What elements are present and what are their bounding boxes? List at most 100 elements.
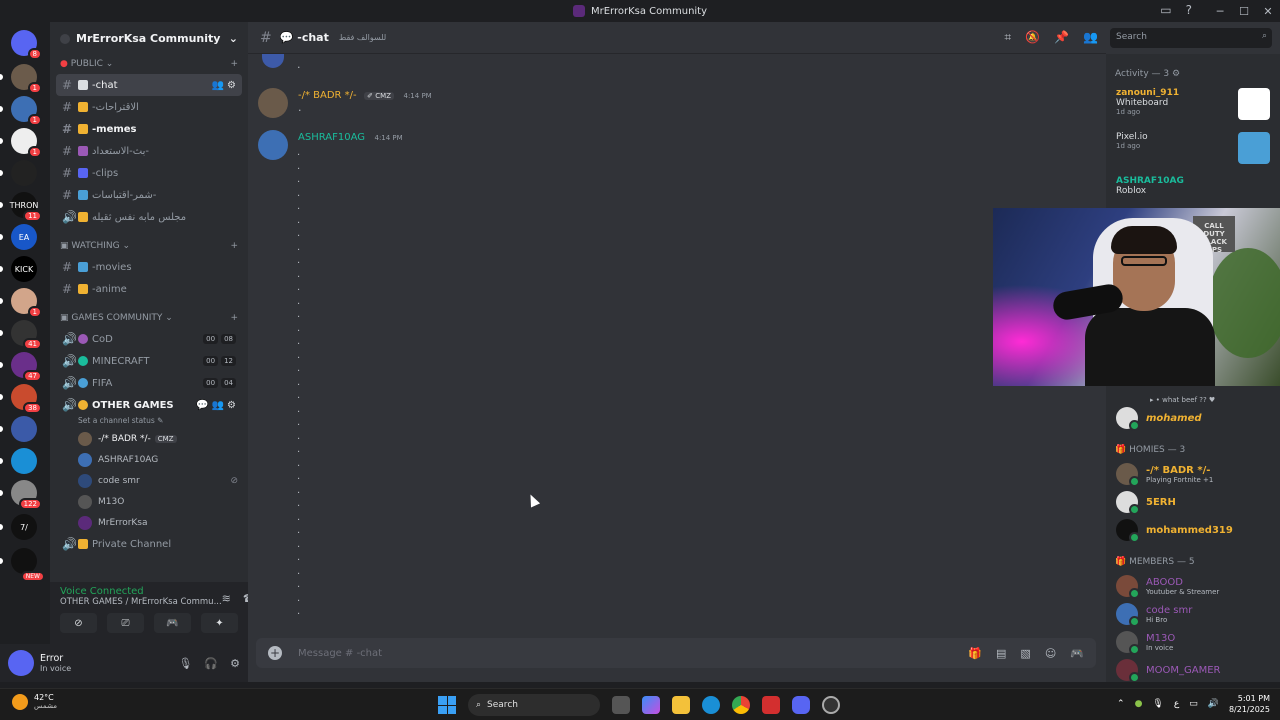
server-icon[interactable]: [11, 160, 37, 186]
invite-icon[interactable]: 👥: [212, 400, 224, 411]
channel-text[interactable]: # شمر-اقتباسات-: [56, 184, 242, 206]
screen-share-button[interactable]: ⎚: [107, 613, 144, 633]
headphones-icon[interactable]: 🎧: [204, 657, 218, 670]
member-item[interactable]: mohamed: [1106, 404, 1280, 432]
discord-icon[interactable]: [792, 696, 810, 714]
discord-icon[interactable]: 8: [11, 30, 42, 60]
copilot-icon[interactable]: [642, 696, 660, 714]
server-icon[interactable]: 1: [11, 64, 42, 94]
server-icon[interactable]: 47: [11, 352, 42, 382]
server-icon[interactable]: 1: [11, 96, 42, 126]
gear-icon[interactable]: ⚙: [227, 80, 236, 91]
member-item[interactable]: 5ERH: [1106, 488, 1280, 516]
activity-card[interactable]: Pixel.io 1d ago: [1112, 128, 1274, 172]
server-icon[interactable]: 7/: [11, 514, 37, 540]
threads-icon[interactable]: ⌗: [1004, 30, 1011, 45]
task-view-icon[interactable]: [612, 696, 630, 714]
channel-voice[interactable]: 🔊 مجلس مابه نفس ثقيله: [56, 206, 242, 228]
voice-user[interactable]: -/* BADR */- CMZ: [50, 428, 248, 449]
voice-user[interactable]: ASHRAF10AG: [50, 449, 248, 470]
add-attachment-icon[interactable]: +: [268, 646, 282, 660]
emoji-icon[interactable]: ☺: [1045, 647, 1056, 660]
channel-text[interactable]: # -clips: [56, 162, 242, 184]
inbox-icon[interactable]: ▭: [1160, 3, 1171, 17]
gift-icon[interactable]: 🎁: [968, 647, 982, 660]
message-input[interactable]: Message # -chat: [298, 648, 382, 659]
chat-icon[interactable]: 💬: [196, 400, 208, 411]
add-channel-icon[interactable]: +: [230, 59, 238, 69]
server-icon[interactable]: 41: [11, 320, 42, 350]
invite-icon[interactable]: 👥: [212, 80, 224, 91]
language-indicator[interactable]: ع: [1174, 699, 1179, 709]
server-icon[interactable]: [11, 448, 37, 474]
voice-channel-other-games[interactable]: 🔊 OTHER GAMES 💬 👥 ⚙: [56, 394, 242, 416]
member-item[interactable]: mohammed319: [1106, 516, 1280, 544]
add-channel-icon[interactable]: +: [230, 313, 238, 323]
search-input[interactable]: Search ⌕: [1110, 28, 1272, 48]
soundboard-button[interactable]: ✦: [201, 613, 238, 633]
channel-text[interactable]: # -memes: [56, 118, 242, 140]
server-icon[interactable]: 38: [11, 384, 42, 414]
pin-icon[interactable]: 📌: [1054, 30, 1069, 45]
voice-status[interactable]: Voice Connected: [60, 586, 222, 597]
noise-suppression-icon[interactable]: ≋: [222, 592, 231, 607]
activity-button[interactable]: 🎮: [154, 613, 191, 633]
channel-text[interactable]: # -الاقتراحات: [56, 96, 242, 118]
microphone-icon[interactable]: 🎙: [178, 657, 192, 670]
avatar[interactable]: [258, 88, 288, 118]
voice-channel[interactable]: 🔊 CoD 00 08: [56, 328, 242, 350]
member-item[interactable]: -/* BADR */- Playing Fortnite +1: [1106, 460, 1280, 488]
network-icon[interactable]: ▭: [1189, 699, 1198, 709]
chevron-down-icon[interactable]: ⌄: [229, 32, 238, 45]
server-icon[interactable]: 1: [11, 288, 42, 318]
message-composer[interactable]: + Message # -chat 🎁 ▤ ▧ ☺ 🎮: [256, 638, 1096, 668]
server-icon[interactable]: [11, 416, 37, 442]
help-icon[interactable]: ?: [1186, 3, 1192, 17]
server-icon[interactable]: 122: [11, 480, 42, 510]
server-icon[interactable]: EA: [11, 224, 37, 250]
voice-user[interactable]: MrErrorKsa: [50, 512, 248, 533]
voice-location[interactable]: OTHER GAMES / MrErrorKsa Commu...: [60, 597, 222, 607]
server-icon[interactable]: NEW: [11, 548, 45, 582]
server-icon[interactable]: THRON 11: [10, 192, 42, 222]
add-channel-icon[interactable]: +: [230, 241, 238, 251]
volume-icon[interactable]: 🔊: [1208, 699, 1219, 709]
gear-icon[interactable]: ⚙: [230, 657, 240, 670]
edge-icon[interactable]: [702, 696, 720, 714]
message-author[interactable]: ASHRAF10AG: [298, 132, 365, 143]
activity-card[interactable]: zanouni_911 Whiteboard 1d ago: [1112, 84, 1274, 128]
maximize-button[interactable]: ☐: [1232, 0, 1256, 22]
clock[interactable]: 5:01 PM 8/21/2025: [1229, 693, 1270, 715]
weather-widget[interactable]: 42°C مشمس: [12, 693, 57, 710]
voice-user[interactable]: M13O: [50, 491, 248, 512]
minimize-button[interactable]: ─: [1208, 0, 1232, 22]
channel-text[interactable]: # -movies: [56, 256, 242, 278]
notifications-icon[interactable]: 🔕: [1025, 30, 1040, 45]
gif-icon[interactable]: ▤: [996, 647, 1006, 660]
channel-text[interactable]: # بث-الاستعداد-: [56, 140, 242, 162]
camera-off-button[interactable]: ⊘: [60, 613, 97, 633]
taskbar-search[interactable]: ⌕ Search: [468, 694, 600, 716]
member-item[interactable]: code smr Hi Bro: [1106, 600, 1280, 628]
category-public[interactable]: ● PUBLIC ⌄ +: [50, 54, 248, 74]
category-games[interactable]: ▣ GAMES COMMUNITY ⌄ +: [50, 308, 248, 328]
avatar[interactable]: [8, 650, 34, 676]
voice-user[interactable]: code smr ⊘: [50, 470, 248, 491]
channel-text[interactable]: # -anime: [56, 278, 242, 300]
avatar[interactable]: [258, 130, 288, 160]
file-explorer-icon[interactable]: [672, 696, 690, 714]
channel-text[interactable]: # -chat 👥 ⚙: [56, 74, 242, 96]
wps-icon[interactable]: [762, 696, 780, 714]
close-button[interactable]: ✕: [1256, 0, 1280, 22]
start-button[interactable]: [438, 696, 456, 714]
channel-topic[interactable]: للسوالف فقط: [339, 33, 386, 42]
apps-icon[interactable]: 🎮: [1070, 647, 1084, 660]
voice-channel[interactable]: 🔊 FIFA 00 04: [56, 372, 242, 394]
server-icon[interactable]: KICK: [11, 256, 37, 282]
nvidia-icon[interactable]: ●: [1135, 699, 1143, 709]
set-channel-status[interactable]: Set a channel status ✎: [50, 416, 248, 428]
server-icon[interactable]: 1: [11, 128, 42, 158]
member-item[interactable]: M13O In voice: [1106, 628, 1280, 656]
gear-icon[interactable]: ⚙: [227, 400, 236, 411]
chevron-up-icon[interactable]: ⌃: [1117, 699, 1125, 709]
